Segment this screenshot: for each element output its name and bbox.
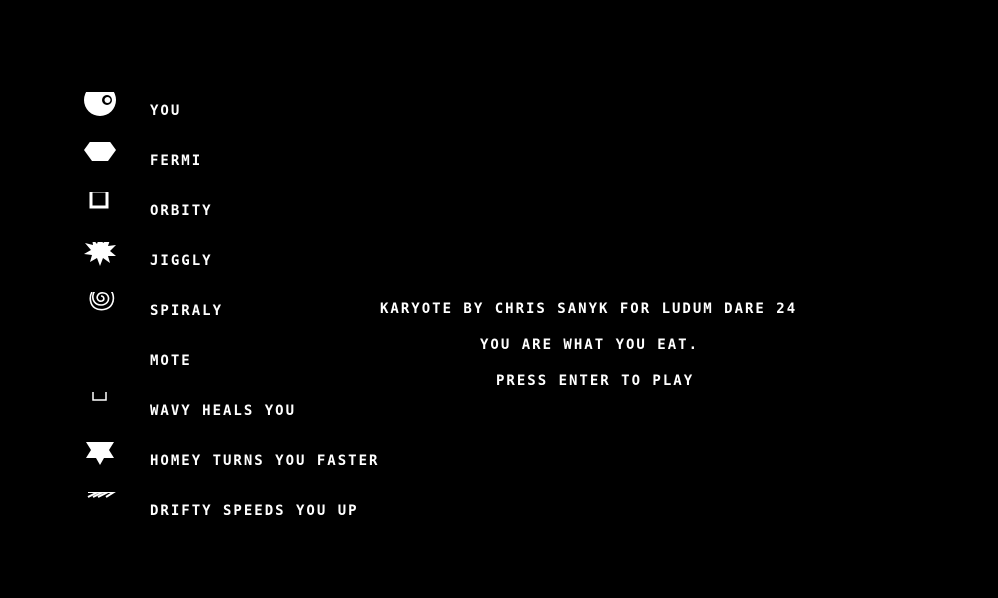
legend-row-wavy: WAVY HEALS YOU	[0, 392, 500, 452]
star-icon	[80, 442, 120, 482]
credits-text: KARYOTE BY CHRIS SANYK FOR LUDUM DARE 24	[380, 301, 798, 317]
legend-label-homey: HOMEY TURNS YOU FASTER	[150, 453, 380, 469]
legend-label-wavy: WAVY HEALS YOU	[150, 403, 297, 419]
legend-label-you: YOU	[150, 103, 182, 119]
tagline-text: YOU ARE WHAT YOU EAT.	[480, 337, 700, 353]
game-screen[interactable]: YOU FERMI ORBITY JIGGLY SPIRALY MOTE WAV…	[0, 0, 998, 598]
legend-label-jiggly: JIGGLY	[150, 253, 213, 269]
legend-row-you: YOU	[0, 92, 500, 152]
chevron-arrow-icon	[80, 492, 120, 532]
legend-label-orbity: ORBITY	[150, 203, 213, 219]
legend-row-drifty: DRIFTY SPEEDS YOU UP	[0, 492, 500, 552]
legend-label-mote: MOTE	[150, 353, 192, 369]
legend-row-homey: HOMEY TURNS YOU FASTER	[0, 442, 500, 502]
spiral-icon	[80, 292, 120, 332]
legend-row-jiggly: JIGGLY	[0, 242, 500, 302]
legend-label-spiraly: SPIRALY	[150, 303, 224, 319]
press-enter-prompt[interactable]: PRESS ENTER TO PLAY	[496, 374, 694, 388]
legend-row-mote: MOTE	[0, 352, 500, 402]
small-square-icon	[80, 392, 120, 432]
hexagon-icon	[80, 142, 120, 182]
legend-label-drifty: DRIFTY SPEEDS YOU UP	[150, 503, 359, 519]
legend-row-orbity: ORBITY	[0, 192, 500, 252]
legend-label-fermi: FERMI	[150, 153, 203, 169]
dot-icon	[80, 342, 120, 382]
legend-row-fermi: FERMI	[0, 142, 500, 202]
player-circle-icon	[80, 92, 120, 132]
square-outline-icon	[80, 192, 120, 232]
spiky-blob-icon	[80, 242, 120, 282]
